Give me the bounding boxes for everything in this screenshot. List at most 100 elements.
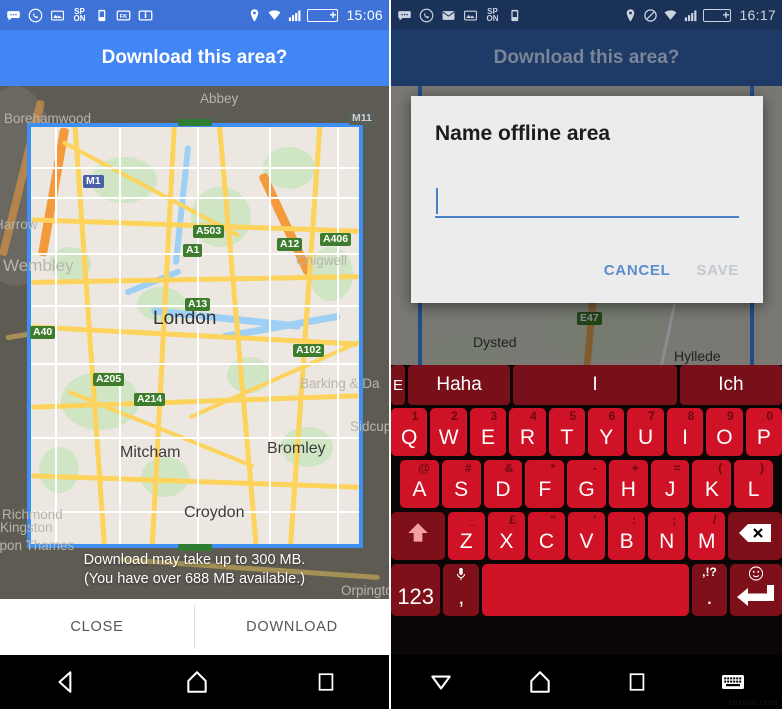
cancel-button[interactable]: CANCEL bbox=[604, 262, 671, 279]
location-icon bbox=[623, 8, 638, 23]
key-s[interactable]: # S bbox=[441, 460, 481, 508]
key-o[interactable]: 9O bbox=[706, 408, 743, 456]
home-icon[interactable] bbox=[527, 669, 553, 695]
key-l[interactable]: ) L bbox=[734, 460, 774, 508]
key-label: R bbox=[519, 426, 535, 449]
key-alt-label: £ bbox=[509, 513, 516, 527]
key-n[interactable]: ; N bbox=[648, 512, 686, 560]
key-alt-label: 0 bbox=[766, 409, 774, 423]
key-label: Q bbox=[401, 426, 418, 449]
key-alt-label: 8 bbox=[687, 409, 695, 423]
enter-key[interactable] bbox=[730, 564, 782, 616]
key-j[interactable]: = J bbox=[650, 460, 690, 508]
on-screen-keyboard: E Haha I Ich 1Q 2W 3E 4R 5T 6Y 7U 8I 9O … bbox=[391, 365, 782, 655]
key-alt-label: 1 bbox=[411, 409, 419, 423]
key-u[interactable]: 7U bbox=[627, 408, 664, 456]
space-key[interactable] bbox=[482, 564, 689, 616]
battery-icon: 96% + bbox=[307, 8, 339, 22]
key-y[interactable]: 6Y bbox=[588, 408, 625, 456]
key-v[interactable]: ' V bbox=[567, 512, 606, 560]
selection-handle-top[interactable] bbox=[178, 119, 212, 126]
key-label: G bbox=[578, 478, 595, 501]
key-k[interactable]: (K bbox=[692, 460, 732, 508]
wifi-icon bbox=[663, 8, 678, 23]
backspace-icon bbox=[728, 512, 782, 554]
key-alt-label: 2 bbox=[451, 409, 458, 423]
key-e[interactable]: 3E bbox=[469, 408, 507, 456]
key-d[interactable]: & D bbox=[483, 460, 523, 508]
status-bar-icons: SP ON FK bbox=[6, 7, 247, 23]
road-shield: A12 bbox=[277, 238, 303, 251]
status-bar-right: 96% + 15:06 bbox=[247, 7, 383, 23]
shift-key[interactable] bbox=[391, 512, 445, 560]
road-shield: A102 bbox=[293, 344, 325, 357]
key-c[interactable]: " C bbox=[527, 512, 565, 560]
microphone-icon bbox=[455, 567, 467, 584]
download-button[interactable]: DOWNLOAD bbox=[195, 599, 389, 655]
key-alt-label: 3 bbox=[490, 409, 498, 423]
key-t[interactable]: 5T bbox=[548, 408, 586, 456]
hide-keyboard-icon[interactable] bbox=[428, 669, 454, 695]
key-label: T bbox=[560, 426, 574, 449]
status-bar-icons: SP ON bbox=[397, 7, 623, 23]
clock-label: 15:06 bbox=[346, 7, 383, 23]
svg-text:FK: FK bbox=[120, 14, 127, 20]
key-alt-label: ; bbox=[672, 513, 677, 527]
backspace-key[interactable] bbox=[728, 512, 782, 560]
key-label: N bbox=[659, 530, 675, 553]
key-alt-label: ) bbox=[760, 461, 765, 475]
key-w[interactable]: 2W bbox=[430, 408, 467, 456]
back-icon[interactable] bbox=[53, 669, 79, 695]
emoji-icon bbox=[749, 566, 764, 584]
sp-bottom-label: ON bbox=[486, 13, 499, 23]
shift-icon bbox=[391, 512, 445, 554]
key-m[interactable]: / M bbox=[688, 512, 726, 560]
sp-on-icon: SP ON bbox=[72, 7, 87, 23]
cast-icon bbox=[507, 8, 522, 23]
key-h[interactable]: + H bbox=[608, 460, 648, 508]
save-button[interactable]: SAVE bbox=[696, 262, 739, 279]
road-shield: M1 bbox=[83, 175, 104, 188]
numbers-key[interactable]: 123 bbox=[391, 564, 441, 616]
keyboard-switch-icon[interactable] bbox=[721, 672, 745, 692]
battery-percent-label: 96% bbox=[309, 9, 329, 21]
key-r[interactable]: 4R bbox=[509, 408, 546, 456]
key-g[interactable]: -G bbox=[567, 460, 606, 508]
key-p[interactable]: 0P bbox=[745, 408, 782, 456]
system-nav-bar bbox=[391, 655, 782, 709]
suggestion-item[interactable]: Haha bbox=[408, 365, 511, 405]
battery-percent-label: 100 bbox=[705, 9, 722, 21]
key-alt-label: - bbox=[592, 461, 597, 475]
key-b[interactable]: :B bbox=[608, 512, 646, 560]
screenshot-pair: SP ON FK 96%+ 15:06 Download this area? bbox=[0, 0, 782, 709]
key-alt-label: 6 bbox=[608, 409, 616, 423]
period-key[interactable]: ,!? . bbox=[691, 564, 728, 616]
status-bar-right: 100 + 16:17 bbox=[623, 7, 776, 23]
close-button[interactable]: CLOSE bbox=[0, 599, 194, 655]
key-label: D bbox=[495, 478, 511, 501]
recents-icon[interactable] bbox=[626, 671, 648, 693]
suggestion-item[interactable]: E bbox=[391, 365, 405, 405]
key-f[interactable]: * F bbox=[525, 460, 565, 508]
location-icon bbox=[247, 8, 262, 23]
recents-icon[interactable] bbox=[315, 671, 337, 693]
keyboard-row-1: 1Q 2W 3E 4R 5T 6Y 7U 8I 9O 0P bbox=[391, 408, 782, 460]
offline-area-name-input[interactable] bbox=[435, 184, 739, 218]
whatsapp-icon bbox=[28, 8, 43, 23]
selection-rectangle[interactable] bbox=[27, 123, 363, 548]
key-a[interactable]: @ A bbox=[400, 460, 439, 508]
key-q[interactable]: 1Q bbox=[391, 408, 428, 456]
name-offline-area-dialog: Name offline area CANCEL SAVE bbox=[411, 96, 763, 303]
key-z[interactable]: _ Z bbox=[447, 512, 485, 560]
suggestion-item[interactable]: I bbox=[513, 365, 677, 405]
comma-key[interactable]: , bbox=[443, 564, 480, 616]
key-x[interactable]: £ X bbox=[487, 512, 525, 560]
key-alt-label: 4 bbox=[529, 409, 537, 423]
key-label: 123 bbox=[397, 584, 435, 609]
key-i[interactable]: 8I bbox=[666, 408, 704, 456]
home-icon[interactable] bbox=[184, 669, 210, 695]
suggestion-item[interactable]: Ich bbox=[679, 365, 782, 405]
cast-icon bbox=[94, 8, 109, 23]
map-view[interactable]: Borehamwood Harrow Wembley Abbey Chigwel… bbox=[0, 86, 389, 599]
info-line-1: Download may take up to 300 MB. bbox=[83, 552, 306, 568]
